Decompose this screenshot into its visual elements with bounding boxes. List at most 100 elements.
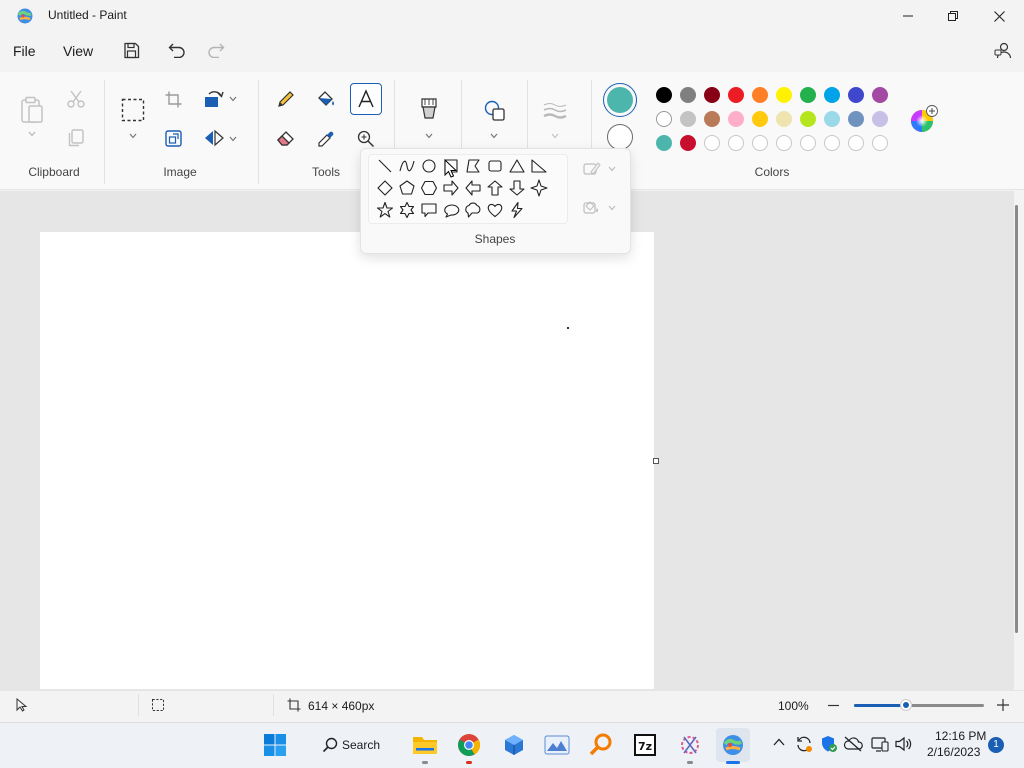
chevron-down-icon[interactable] — [229, 136, 237, 142]
palette-swatch[interactable] — [704, 87, 720, 103]
fill-icon[interactable] — [316, 89, 336, 109]
shape-five-point-star-icon[interactable] — [375, 200, 395, 220]
palette-swatch[interactable] — [752, 135, 768, 151]
shape-polygon-icon[interactable] — [463, 156, 483, 176]
shape-up-arrow-icon[interactable] — [485, 178, 505, 198]
clock-time[interactable]: 12:16 PM — [935, 729, 986, 743]
palette-swatch[interactable] — [848, 135, 864, 151]
close-button[interactable] — [976, 0, 1022, 32]
palette-swatch[interactable] — [776, 111, 792, 127]
canvas-resize-handle[interactable] — [653, 458, 659, 464]
palette-swatch[interactable] — [680, 111, 696, 127]
shape-lightning-icon[interactable] — [507, 200, 527, 220]
shapes-icon[interactable] — [484, 100, 506, 122]
shape-curve-icon[interactable] — [397, 156, 417, 176]
shape-hexagon-icon[interactable] — [419, 178, 439, 198]
palette-swatch[interactable] — [776, 135, 792, 151]
eraser-icon[interactable] — [276, 129, 296, 147]
zoom-slider[interactable] — [854, 699, 984, 711]
size-icon[interactable] — [543, 102, 567, 120]
select-icon[interactable] — [121, 98, 145, 122]
rotate-icon[interactable] — [204, 90, 224, 108]
palette-swatch[interactable] — [704, 135, 720, 151]
shape-right-arrow-icon[interactable] — [441, 178, 461, 198]
palette-swatch[interactable] — [776, 87, 792, 103]
chevron-down-icon[interactable] — [551, 133, 559, 139]
shape-four-point-star-icon[interactable] — [529, 178, 549, 198]
snipping-tool-taskbar-icon[interactable] — [673, 728, 707, 764]
shape-rounded-rectangle-icon[interactable] — [485, 156, 505, 176]
chrome-taskbar-icon[interactable] — [452, 728, 486, 764]
search-everything-taskbar-icon[interactable] — [584, 728, 618, 762]
outline-icon[interactable] — [583, 161, 601, 177]
clock-date[interactable]: 2/16/2023 — [927, 745, 980, 759]
vertical-scrollbar[interactable] — [1015, 205, 1018, 633]
7zip-taskbar-icon[interactable]: 7z — [628, 728, 662, 762]
flip-icon[interactable] — [204, 129, 224, 147]
file-menu[interactable]: File — [13, 43, 36, 59]
chevron-down-icon[interactable] — [608, 205, 616, 211]
shape-heart-icon[interactable] — [485, 200, 505, 220]
shape-triangle-icon[interactable] — [507, 156, 527, 176]
shape-six-point-star-icon[interactable] — [397, 200, 417, 220]
shape-diamond-icon[interactable] — [375, 178, 395, 198]
view-menu[interactable]: View — [63, 43, 93, 59]
taskbar-search[interactable]: Search — [312, 731, 396, 759]
palette-swatch[interactable] — [728, 135, 744, 151]
palette-swatch[interactable] — [824, 111, 840, 127]
cut-icon[interactable] — [67, 90, 85, 108]
color2-swatch[interactable] — [607, 124, 633, 150]
palette-swatch[interactable] — [656, 111, 672, 127]
drawing-canvas[interactable] — [40, 232, 654, 689]
minimize-button[interactable] — [885, 0, 931, 32]
resize-icon[interactable] — [165, 130, 182, 147]
palette-swatch[interactable] — [872, 87, 888, 103]
shape-line-icon[interactable] — [375, 156, 395, 176]
shape-rectangle-callout-icon[interactable] — [419, 200, 439, 220]
palette-swatch[interactable] — [728, 87, 744, 103]
maximize-button[interactable] — [930, 0, 976, 32]
palette-swatch[interactable] — [800, 135, 816, 151]
palette-swatch[interactable] — [656, 135, 672, 151]
account-icon[interactable] — [994, 42, 1012, 59]
zoom-in-icon[interactable] — [997, 699, 1009, 711]
palette-swatch[interactable] — [848, 111, 864, 127]
paint-taskbar-icon[interactable] — [716, 728, 750, 764]
photos-taskbar-icon[interactable] — [540, 728, 574, 762]
color-picker-icon[interactable] — [316, 129, 336, 149]
magnifier-icon[interactable] — [357, 130, 375, 148]
cube-app-taskbar-icon[interactable] — [497, 728, 531, 762]
chevron-up-icon[interactable] — [773, 738, 785, 746]
palette-swatch[interactable] — [752, 111, 768, 127]
notification-badge[interactable]: 1 — [988, 737, 1004, 753]
pencil-icon[interactable] — [276, 89, 296, 109]
shape-cloud-callout-icon[interactable] — [463, 200, 483, 220]
palette-swatch[interactable] — [728, 111, 744, 127]
shape-fill-icon[interactable] — [583, 200, 601, 216]
zoom-slider-thumb[interactable] — [900, 699, 912, 711]
shape-down-arrow-icon[interactable] — [507, 178, 527, 198]
palette-swatch[interactable] — [824, 135, 840, 151]
shape-right-triangle-icon[interactable] — [529, 156, 549, 176]
palette-swatch[interactable] — [848, 87, 864, 103]
palette-swatch[interactable] — [872, 111, 888, 127]
chevron-down-icon[interactable] — [129, 133, 137, 139]
redo-icon[interactable] — [207, 42, 225, 58]
chevron-down-icon[interactable] — [608, 166, 616, 172]
start-button[interactable] — [258, 728, 292, 762]
palette-swatch[interactable] — [872, 135, 888, 151]
shape-oval-callout-icon[interactable] — [441, 200, 461, 220]
palette-swatch[interactable] — [656, 87, 672, 103]
save-icon[interactable] — [123, 42, 140, 59]
palette-swatch[interactable] — [800, 87, 816, 103]
undo-icon[interactable] — [168, 42, 186, 58]
copy-icon[interactable] — [68, 129, 84, 147]
sync-icon[interactable] — [795, 735, 813, 753]
palette-swatch[interactable] — [824, 87, 840, 103]
chevron-down-icon[interactable] — [229, 96, 237, 102]
brush-icon[interactable] — [419, 97, 439, 123]
crop-icon[interactable] — [165, 91, 182, 108]
edit-colors-icon[interactable] — [909, 104, 939, 134]
display-icon[interactable] — [871, 736, 889, 752]
palette-swatch[interactable] — [752, 87, 768, 103]
